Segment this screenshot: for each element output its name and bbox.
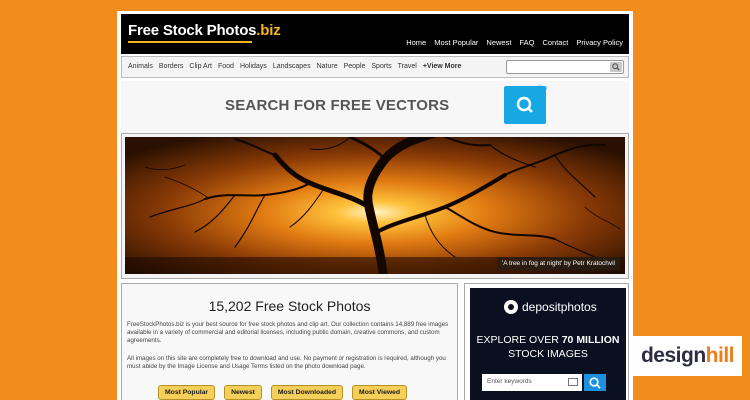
depositphotos-logo-icon — [504, 300, 518, 314]
depositphotos-logo-text: depositphotos — [522, 300, 597, 314]
category-people[interactable]: People — [344, 63, 366, 70]
watermark-design: design — [640, 344, 706, 367]
most-popular-button[interactable]: Most Popular — [158, 385, 216, 400]
filter-button-row: Most Popular Newest Most Downloaded Most… — [158, 385, 408, 400]
category-holidays[interactable]: Holidays — [240, 63, 267, 70]
category-clip-art[interactable]: Clip Art — [189, 63, 212, 70]
ad-close-icon[interactable]: ⓘ✕ — [537, 83, 548, 92]
headline-highlight: 70 MILLION — [561, 334, 620, 346]
designhill-watermark: design hill — [633, 336, 742, 376]
intro-panel: 15,202 Free Stock Photos FreeStockPhotos… — [121, 283, 458, 400]
most-downloaded-button[interactable]: Most Downloaded — [270, 385, 344, 400]
depositphotos-search-placeholder: Enter keywords — [487, 378, 532, 385]
depositphotos-search-button[interactable] — [584, 374, 606, 391]
logo-main-text: Free Stock Photos — [128, 22, 257, 39]
ad-banner-text: SEARCH FOR FREE VECTORS — [225, 97, 450, 114]
newest-button[interactable]: Newest — [224, 385, 262, 400]
category-food[interactable]: Food — [218, 63, 234, 70]
depositphotos-search-input[interactable]: Enter keywords — [482, 374, 582, 391]
category-animals[interactable]: Animals — [128, 63, 153, 70]
hero-image[interactable]: 'A tree in fog at night' by Petr Kratoch… — [125, 137, 625, 274]
category-sports[interactable]: Sports — [371, 63, 391, 70]
intro-paragraph-2: All images on this site are completely f… — [127, 355, 446, 370]
page: Free Stock Photos.biz Home Most Popular … — [117, 11, 633, 400]
side-ad[interactable]: depositphotos EXPLORE OVER 70 MILLION ST… — [464, 283, 629, 400]
category-nature[interactable]: Nature — [317, 63, 338, 70]
category-travel[interactable]: Travel — [398, 63, 417, 70]
category-view-more[interactable]: +View More — [423, 63, 462, 70]
nav-most-popular[interactable]: Most Popular — [434, 38, 478, 47]
category-bar: Animals Borders Clip Art Food Holidays L… — [121, 56, 629, 78]
headline-prefix: EXPLORE OVER — [476, 334, 562, 346]
search-icon — [612, 63, 620, 71]
category-landscapes[interactable]: Landscapes — [273, 63, 311, 70]
site-logo[interactable]: Free Stock Photos.biz — [128, 22, 281, 39]
site-header: Free Stock Photos.biz Home Most Popular … — [121, 14, 629, 54]
category-borders[interactable]: Borders — [159, 63, 184, 70]
watermark-hill: hill — [705, 344, 735, 367]
ad-banner[interactable]: SEARCH FOR FREE VECTORS ⓘ✕ — [121, 81, 629, 133]
nav-privacy-policy[interactable]: Privacy Policy — [576, 38, 623, 47]
page-title: 15,202 Free Stock Photos — [208, 298, 371, 314]
hero-section: 'A tree in fog at night' by Petr Kratoch… — [121, 133, 629, 279]
logo-underline — [128, 41, 252, 43]
nav-contact[interactable]: Contact — [542, 38, 568, 47]
nav-faq[interactable]: FAQ — [519, 38, 534, 47]
depositphotos-logo: depositphotos — [504, 300, 597, 314]
depositphotos-ad[interactable]: depositphotos EXPLORE OVER 70 MILLION ST… — [470, 288, 626, 400]
depositphotos-headline: EXPLORE OVER 70 MILLION STOCK IMAGES — [470, 333, 626, 361]
nav-newest[interactable]: Newest — [486, 38, 511, 47]
logo-ext-text: .biz — [256, 22, 281, 39]
top-nav: Home Most Popular Newest FAQ Contact Pri… — [406, 38, 623, 47]
hero-caption: 'A tree in fog at night' by Petr Kratoch… — [496, 257, 620, 270]
image-search-icon[interactable] — [568, 378, 578, 386]
intro-paragraph-1: FreeStockPhotos.biz is your best source … — [127, 321, 449, 344]
category-list: Animals Borders Clip Art Food Holidays L… — [128, 63, 461, 70]
headline-line2: STOCK IMAGES — [508, 348, 588, 360]
search-input[interactable] — [506, 60, 624, 74]
search-icon — [589, 377, 601, 389]
nav-home[interactable]: Home — [406, 38, 426, 47]
search-button[interactable] — [610, 62, 622, 72]
most-viewed-button[interactable]: Most Viewed — [352, 385, 408, 400]
